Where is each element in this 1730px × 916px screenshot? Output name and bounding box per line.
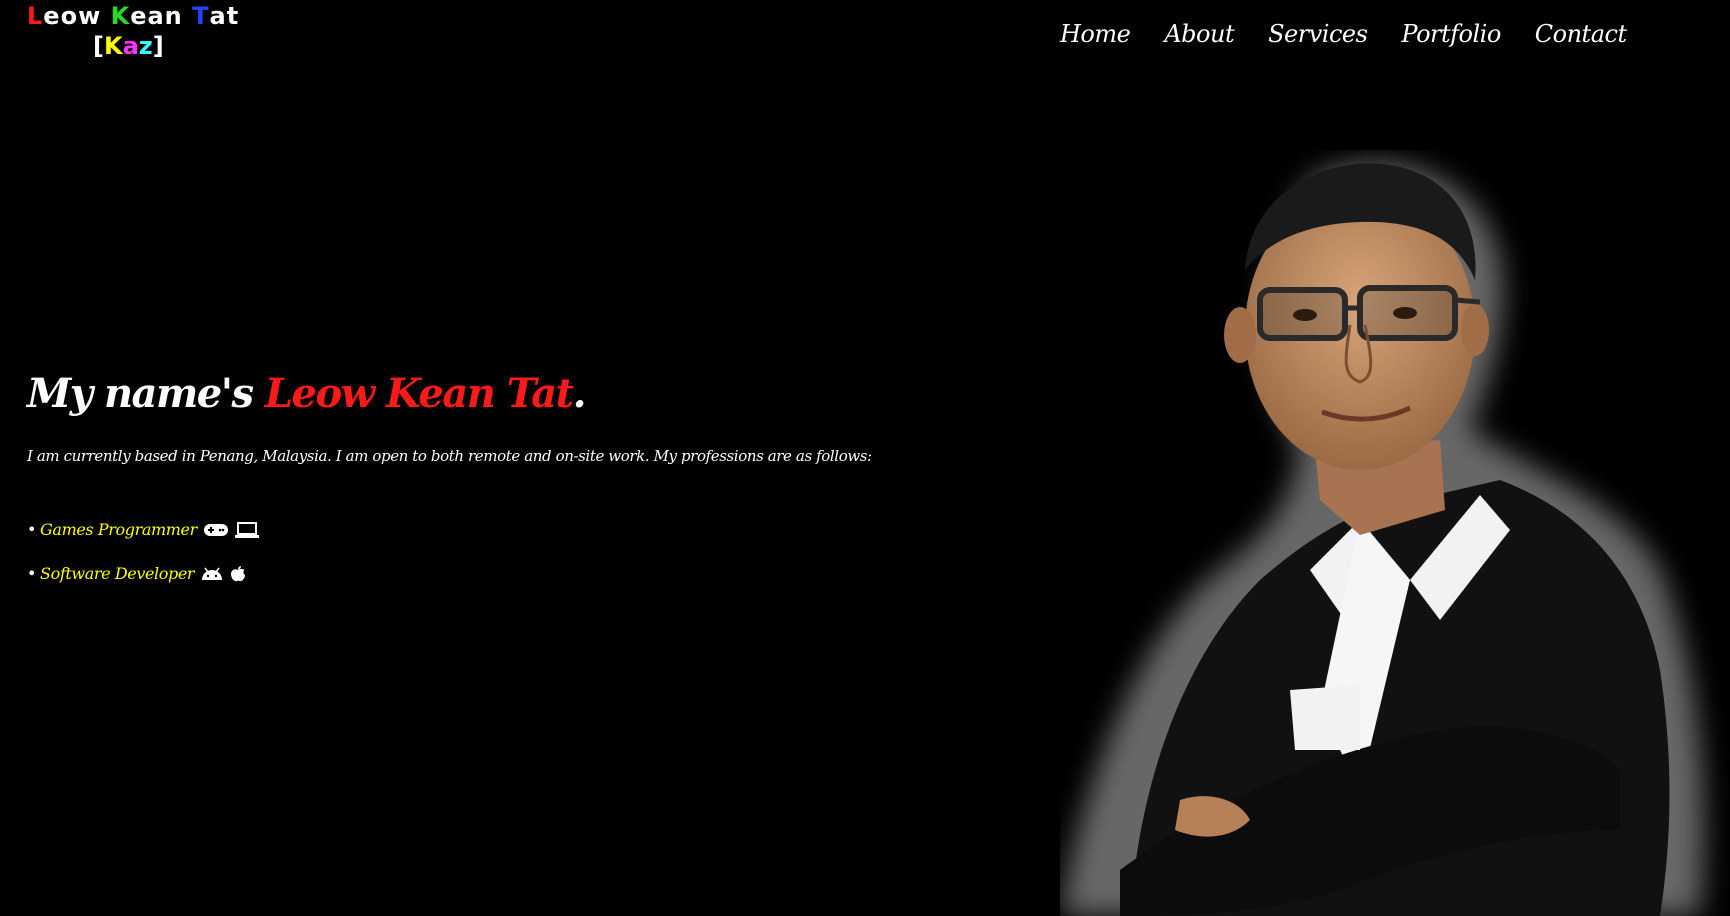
- nav-services-link[interactable]: Services: [1268, 14, 1368, 54]
- gamepad-icon: [203, 523, 228, 536]
- page: Leow Kean Tat [Kaz] Home About Services …: [0, 0, 1730, 916]
- logo-letter: T: [192, 2, 210, 30]
- site-logo[interactable]: Leow Kean Tat [Kaz]: [27, 4, 239, 58]
- logo-letter: at: [209, 2, 240, 30]
- logo-nickname: [Kaz]: [93, 34, 239, 58]
- bullet: •: [27, 564, 37, 583]
- intro-text: I am currently based in Penang, Malaysia…: [27, 447, 872, 465]
- bullet: •: [27, 520, 37, 539]
- logo-letter: eow: [43, 2, 111, 30]
- nav-contact-link[interactable]: Contact: [1535, 14, 1627, 54]
- android-icon: [202, 567, 223, 580]
- hero-suffix: .: [572, 370, 587, 417]
- profession-item: • Software Developer: [27, 564, 252, 583]
- nav-portfolio-link[interactable]: Portfolio: [1401, 14, 1501, 54]
- logo-letter: K: [103, 32, 123, 60]
- logo-letter: ean: [130, 2, 193, 30]
- logo-letter: L: [27, 2, 44, 30]
- logo-name: Leow Kean Tat: [27, 4, 239, 28]
- profession-label: Games Programmer: [40, 520, 197, 539]
- logo-letter: [: [93, 32, 104, 60]
- main-nav: Home About Services Portfolio Contact: [1060, 14, 1627, 54]
- logo-letter: z: [138, 32, 153, 60]
- hero-heading: My name's Leow Kean Tat.: [27, 370, 587, 417]
- hero-prefix: My name's: [27, 370, 265, 417]
- apple-icon: [231, 565, 246, 581]
- logo-letter: K: [110, 2, 131, 30]
- laptop-icon: [234, 521, 259, 538]
- profession-item: • Games Programmer: [27, 520, 265, 539]
- nav-about-link[interactable]: About: [1164, 14, 1234, 54]
- nav-home-link[interactable]: Home: [1060, 14, 1131, 54]
- profession-label: Software Developer: [40, 564, 195, 583]
- logo-letter: a: [122, 32, 139, 60]
- profile-photo: [1060, 162, 1704, 916]
- hero-name: Leow Kean Tat: [264, 370, 574, 417]
- logo-letter: ]: [152, 32, 164, 60]
